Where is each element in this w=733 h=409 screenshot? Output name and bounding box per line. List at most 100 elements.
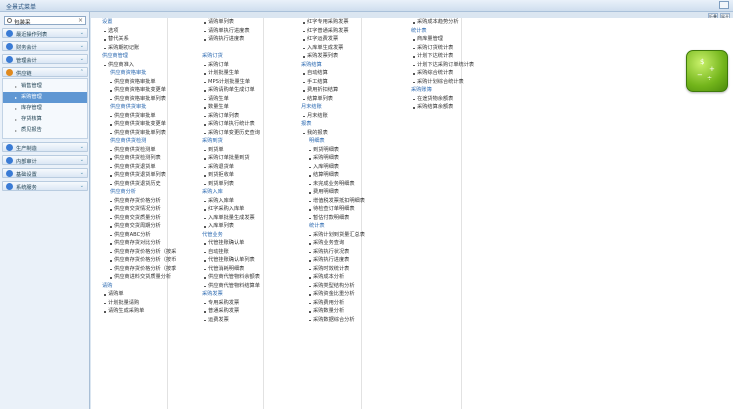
menu-link[interactable]: 采购结算余额表 [411, 103, 474, 112]
menu-link[interactable]: 采购订单变更历史查询 [202, 129, 260, 138]
menu-link[interactable]: 采购计划到货量汇总表 [301, 231, 365, 240]
menu-link[interactable]: 供应商资格审批单 [102, 78, 176, 87]
menu-link[interactable]: 代管挂账确认单 [202, 239, 260, 248]
menu-link[interactable]: 请购生成采购单 [102, 307, 176, 316]
menu-link[interactable]: 供应商供货检测列表 [102, 154, 176, 163]
menu-link[interactable]: 供应商交货情况分析 [102, 205, 176, 214]
menu-link[interactable]: 采购明细表 [301, 154, 365, 163]
menu-link[interactable]: 采购数据综合分析 [301, 316, 365, 325]
menu-link[interactable]: 采购成本趋势分析 [411, 18, 474, 27]
menu-link[interactable]: 商库量管理 [411, 35, 474, 44]
menu-link[interactable]: 月末结账 [301, 112, 365, 121]
menu-link[interactable]: 供应商进料交货质量分析 [102, 273, 176, 282]
menu-link[interactable]: 供应商代管物料结算单 [202, 282, 260, 291]
menu-link[interactable]: 采购综合统计表 [411, 69, 474, 78]
menu-link[interactable]: 到货单列表 [202, 180, 260, 189]
menu-link[interactable]: 采购类型结构分析 [301, 282, 365, 291]
menu-link[interactable]: 入库单批量生成发票 [202, 214, 260, 223]
submenu-item[interactable]: 库存管理 [3, 103, 87, 114]
menu-link[interactable]: 入库明细表 [301, 163, 365, 172]
menu-link[interactable]: 结算明细表 [301, 171, 365, 180]
submenu-item[interactable]: 存货核算 [3, 114, 87, 125]
menu-link[interactable]: 供应商存货价格分析（按币 [102, 256, 176, 265]
menu-link[interactable]: 请购单执行进度表 [202, 27, 260, 36]
menu-link[interactable]: 采购发票列表 [301, 52, 365, 61]
menu-link[interactable]: 采购入库单 [202, 197, 260, 206]
menu-link[interactable]: 计划下达统计表 [411, 52, 474, 61]
menu-link[interactable]: 供应商存货价格分析 [102, 197, 176, 206]
search-input[interactable]: 包装采 × [4, 16, 86, 26]
menu-link[interactable]: 采购计划综合统计表 [411, 78, 474, 87]
submenu-item[interactable]: 销售管理 [3, 81, 87, 92]
menu-link[interactable]: 采购期初记账 [102, 44, 176, 53]
menu-link[interactable]: 到货明细表 [301, 146, 365, 155]
menu-link[interactable]: 供应商资格审批单列表 [102, 95, 176, 104]
menu-link[interactable]: 采购订单执行统计表 [202, 120, 260, 129]
clear-icon[interactable]: × [78, 17, 83, 24]
menu-link[interactable]: MPS计划批量生单 [202, 78, 260, 87]
menu-link[interactable]: 采购请购单生成订单 [202, 86, 260, 95]
menu-link[interactable]: 采购数量分析 [301, 307, 365, 316]
menu-link[interactable]: 供应商存货对比分析 [102, 239, 176, 248]
menu-link[interactable]: 请购生单 [202, 95, 260, 104]
menu-link[interactable]: 结算单列表 [301, 95, 365, 104]
nav-item[interactable]: 内部审计 ⌄ [2, 155, 88, 165]
menu-link[interactable]: 未完成业务明细表 [301, 180, 365, 189]
menu-link[interactable]: 入库单生成发票 [301, 44, 365, 53]
nav-item[interactable]: 最近操作列表 ⌄ [2, 28, 88, 38]
menu-link[interactable]: 供应商供货审批变更单 [102, 120, 176, 129]
menu-link[interactable]: 供应商交货质量分析 [102, 214, 176, 223]
menu-link[interactable]: 我的报表 [301, 129, 365, 138]
menu-link[interactable]: 请购单列表 [202, 18, 260, 27]
menu-link[interactable]: 数量生单 [202, 103, 260, 112]
menu-link[interactable]: 采购时效统计表 [301, 265, 365, 274]
menu-link[interactable]: 采购费用分析 [301, 299, 365, 308]
menu-link[interactable]: 供应商资格审批变更单 [102, 86, 176, 95]
nav-item[interactable]: 财务会计 ⌄ [2, 41, 88, 51]
menu-link[interactable]: 采购资金比重分析 [301, 290, 365, 299]
menu-link[interactable]: 供应商ABC分析 [102, 231, 176, 240]
menu-link[interactable]: 手工结算 [301, 78, 365, 87]
menu-link[interactable]: 计划批量生单 [202, 69, 260, 78]
menu-link[interactable]: 自动结算 [301, 69, 365, 78]
menu-link[interactable]: 供应商供货检测单 [102, 146, 176, 155]
menu-link[interactable]: 供应商存货价格分析（按季 [102, 265, 176, 274]
nav-item[interactable]: 供应链 ⌃ [2, 67, 88, 77]
menu-link[interactable]: 供应商供货审批单 [102, 112, 176, 121]
menu-link[interactable]: 红字专用采购发票 [301, 18, 365, 27]
menu-link[interactable]: 入库单列表 [202, 222, 260, 231]
menu-link[interactable]: 供应商交货周期分析 [102, 222, 176, 231]
menu-link[interactable]: 计划下达采购订单统计表 [411, 61, 474, 70]
submenu-item[interactable]: 质见报告 [3, 125, 87, 136]
nav-item[interactable]: 基础设置 ⌄ [2, 168, 88, 178]
restore-button[interactable] [719, 1, 729, 9]
menu-link[interactable]: 供应商准入 [102, 61, 176, 70]
menu-link[interactable]: 在途货物余额表 [411, 95, 474, 104]
menu-link[interactable]: 待检查订单明细表 [301, 205, 365, 214]
menu-link[interactable]: 红字运费发票 [301, 35, 365, 44]
submenu-item[interactable]: 采购管理 [3, 92, 87, 103]
menu-link[interactable]: 请购执行进度表 [202, 35, 260, 44]
menu-link[interactable]: 供应商供货退货单 [102, 163, 176, 172]
nav-item[interactable]: 系统服务 ⌄ [2, 181, 88, 191]
menu-link[interactable]: 自动挂账 [202, 248, 260, 257]
menu-link[interactable]: 供应商代管物料余额表 [202, 273, 260, 282]
menu-link[interactable]: 选项 [102, 27, 176, 36]
menu-link[interactable]: 增值税发票抵扣明细表 [301, 197, 365, 206]
menu-link[interactable]: 专用采购发票 [202, 299, 260, 308]
nav-item[interactable]: 生产制造 ⌄ [2, 142, 88, 152]
menu-link[interactable]: 运费发票 [202, 316, 260, 325]
menu-link[interactable]: 采购执行进度表 [301, 256, 365, 265]
nav-item[interactable]: 管理会计 ⌄ [2, 54, 88, 64]
menu-link[interactable]: 代管消耗明细表 [202, 265, 260, 274]
menu-link[interactable]: 采购成本分析 [301, 273, 365, 282]
menu-link[interactable]: 采购订货统计表 [411, 44, 474, 53]
menu-link[interactable]: 费用折扣结算 [301, 86, 365, 95]
menu-link[interactable]: 请购单 [102, 290, 176, 299]
menu-link[interactable]: 代管挂账确认单列表 [202, 256, 260, 265]
menu-link[interactable]: 供应商供货退货单列表 [102, 171, 176, 180]
menu-link[interactable]: 暂估付款明细表 [301, 214, 365, 223]
menu-link[interactable]: 供应商供货审批单列表 [102, 129, 176, 138]
menu-link[interactable]: 采购业务查询 [301, 239, 365, 248]
menu-link[interactable]: 费用明细表 [301, 188, 365, 197]
